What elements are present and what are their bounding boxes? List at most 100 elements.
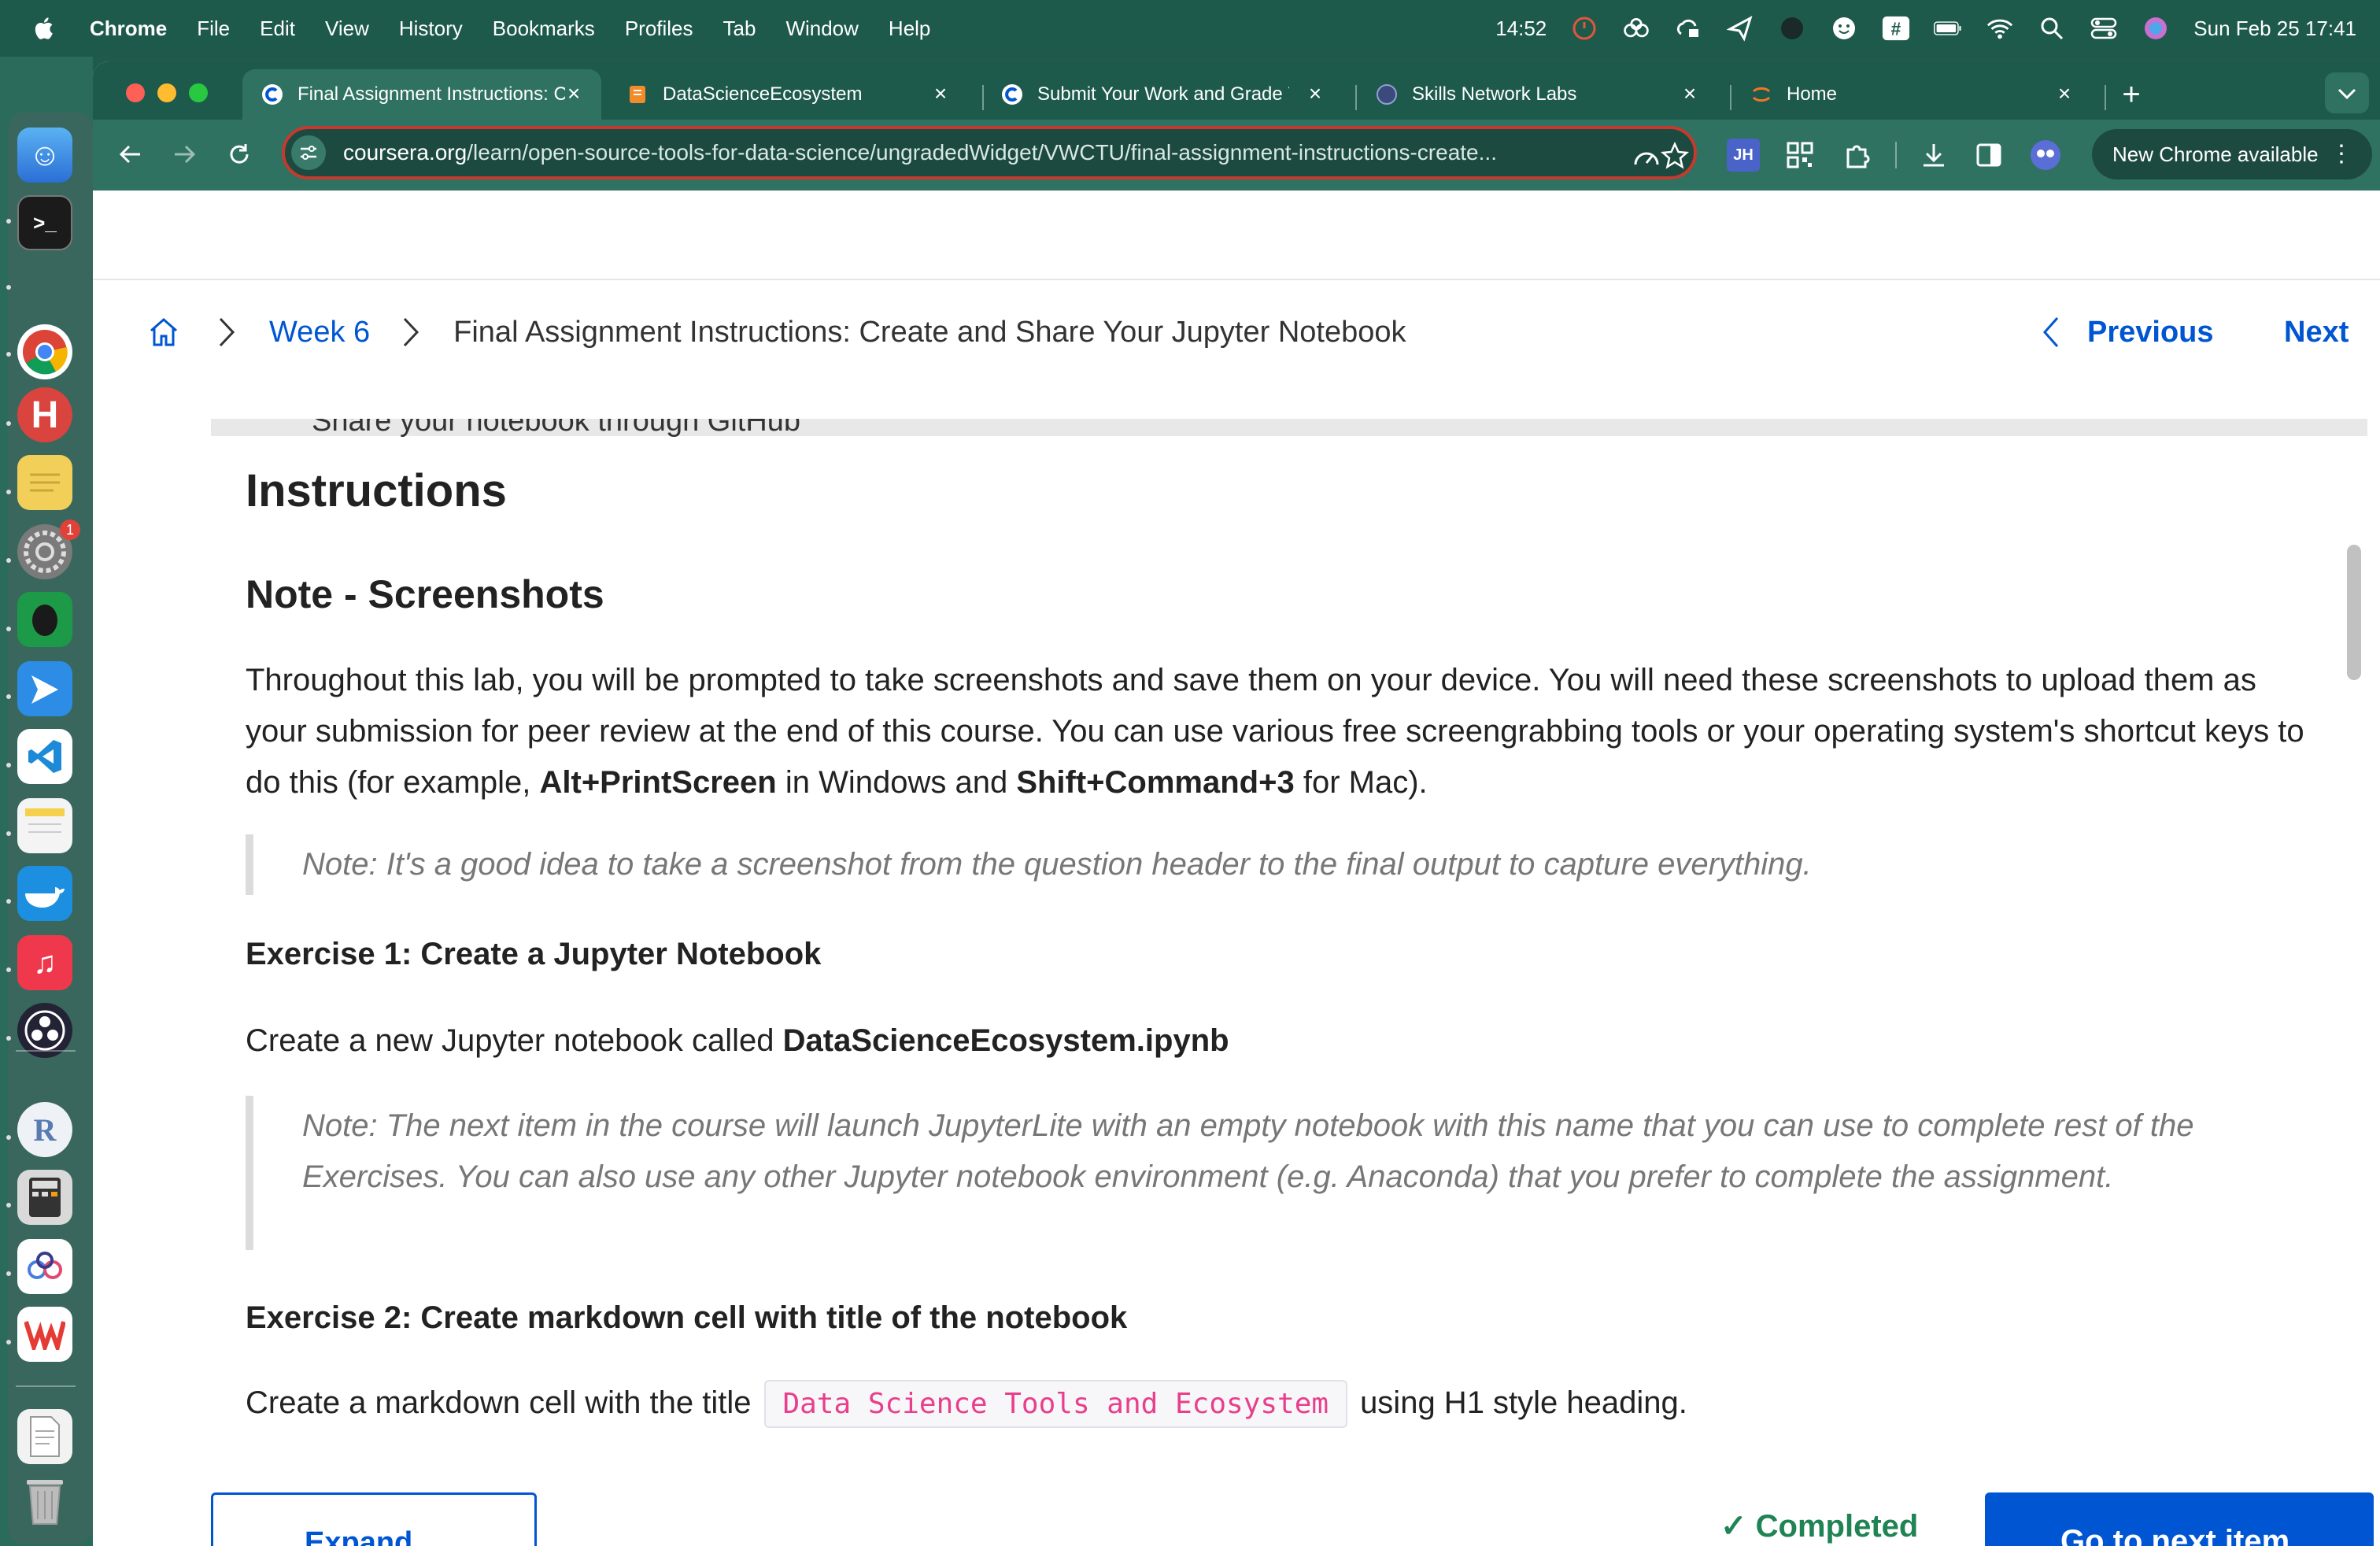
site-info-icon[interactable] <box>291 135 326 170</box>
apple-menu-icon[interactable] <box>31 15 58 42</box>
exercise-1-text: Create a new Jupyter notebook called Dat… <box>246 1015 2308 1067</box>
breadcrumb: Week 6 Final Assignment Instructions: Cr… <box>146 310 1406 354</box>
h-app-icon[interactable]: H <box>17 387 72 442</box>
inline-code-title: Data Science Tools and Ecosystem <box>763 1380 1348 1428</box>
calculator-icon[interactable] <box>17 1170 72 1225</box>
menu-tab[interactable]: Tab <box>723 17 756 41</box>
back-button[interactable] <box>113 137 148 172</box>
menu-file[interactable]: File <box>197 17 230 41</box>
send-icon[interactable] <box>1726 14 1754 43</box>
timer-icon[interactable] <box>1570 14 1598 43</box>
list-item-github: Share your notebook through GitHub <box>312 419 801 438</box>
skills-network-icon <box>1377 84 1397 105</box>
tab-separator <box>2105 85 2106 110</box>
close-window-button[interactable] <box>126 83 145 102</box>
menu-history[interactable]: History <box>399 17 463 41</box>
dock-running-indicator <box>6 967 11 972</box>
siri-icon[interactable] <box>2142 14 2170 43</box>
reload-button[interactable] <box>222 137 257 172</box>
creative-cloud-dock-icon[interactable] <box>17 1239 72 1294</box>
evernote-icon[interactable] <box>17 592 72 647</box>
jh-extension-icon[interactable]: JH <box>1727 139 1760 172</box>
exercise-1-heading: Exercise 1: Create a Jupyter Notebook <box>246 937 822 971</box>
close-tab-icon[interactable]: × <box>2054 83 2075 105</box>
status-datetime[interactable]: Sun Feb 25 17:41 <box>2193 17 2356 41</box>
notes-icon[interactable] <box>17 798 72 853</box>
new-chrome-available-button[interactable]: New Chrome available ⋮ <box>2092 129 2372 179</box>
go-to-next-item-button[interactable]: Go to next item <box>1985 1492 2374 1546</box>
address-bar[interactable]: coursera.org/learn/open-source-tools-for… <box>282 126 1697 179</box>
zoom-window-button[interactable] <box>189 83 208 102</box>
chrome-icon[interactable] <box>17 324 72 379</box>
update-label: New Chrome available <box>2112 142 2319 166</box>
document-icon[interactable] <box>17 1409 72 1464</box>
tab-title: Final Assignment Instructions: C <box>298 83 565 105</box>
control-center-icon[interactable] <box>2090 14 2118 43</box>
tab-submit-your-work[interactable]: Submit Your Work and Grade You × <box>982 69 1343 120</box>
r-app-icon[interactable]: R <box>17 1102 72 1157</box>
completed-label: Completed <box>1755 1509 1919 1544</box>
wps-office-icon[interactable] <box>17 1307 72 1362</box>
new-tab-button[interactable]: + <box>2114 79 2149 113</box>
dock-running-indicator <box>6 1271 11 1276</box>
url-text[interactable]: coursera.org/learn/open-source-tools-for… <box>343 140 1598 165</box>
chrome-window: Final Assignment Instructions: C × DataS… <box>93 61 2380 1546</box>
menu-window[interactable]: Window <box>785 17 858 41</box>
tab-final-assignment[interactable]: Final Assignment Instructions: C × <box>242 69 601 120</box>
minimize-window-button[interactable] <box>157 83 176 102</box>
music-icon[interactable]: ♫ <box>17 935 72 990</box>
menu-bookmarks[interactable]: Bookmarks <box>493 17 595 41</box>
dock-running-indicator <box>6 421 11 426</box>
creative-cloud-icon[interactable] <box>1622 14 1650 43</box>
tab-skills-network-labs[interactable]: Skills Network Labs × <box>1357 69 1717 120</box>
previous-item-button[interactable]: Previous <box>2040 310 2214 354</box>
tab-home[interactable]: Home × <box>1731 69 2092 120</box>
chrome-menu-icon[interactable]: ⋮ <box>2330 140 2353 168</box>
side-panel-icon[interactable] <box>1972 139 2005 172</box>
vscode-icon[interactable] <box>17 729 72 784</box>
bookmark-star-icon[interactable] <box>1659 140 1691 172</box>
profile-avatar-icon[interactable] <box>2029 139 2062 172</box>
frame-scrollbar[interactable] <box>2347 545 2361 680</box>
download-icon[interactable] <box>1917 139 1950 172</box>
goto-label: Go to next item <box>2060 1524 2290 1546</box>
menu-help[interactable]: Help <box>889 17 930 41</box>
close-tab-icon[interactable]: × <box>564 83 584 105</box>
menu-view[interactable]: View <box>325 17 369 41</box>
hashtag-icon[interactable]: # <box>1882 14 1910 43</box>
close-tab-icon[interactable]: × <box>1305 83 1325 105</box>
tab-strip: Final Assignment Instructions: C × DataS… <box>93 61 2380 120</box>
docker-icon[interactable] <box>17 866 72 921</box>
cloud-lock-icon[interactable] <box>1674 14 1702 43</box>
emoji-icon[interactable] <box>1830 14 1858 43</box>
jupyterlite-note-quote: Note: The next item in the course will l… <box>246 1096 2308 1250</box>
dark-circle-icon[interactable] <box>1778 14 1806 43</box>
finder-icon[interactable]: ☺ <box>17 128 72 183</box>
home-icon[interactable] <box>146 315 181 350</box>
menu-profiles[interactable]: Profiles <box>625 17 693 41</box>
terminal-icon[interactable]: >_ <box>17 195 72 250</box>
spotlight-search-icon[interactable] <box>2038 14 2066 43</box>
close-tab-icon[interactable]: × <box>930 83 951 105</box>
previous-label: Previous <box>2087 315 2214 349</box>
tab-datascienceecosystem[interactable]: DataScienceEcosystem × <box>608 69 968 120</box>
close-tab-icon[interactable]: × <box>1680 83 1700 105</box>
paper-plane-app-icon[interactable] <box>17 661 72 716</box>
wifi-icon[interactable] <box>1986 14 2014 43</box>
exercise-2-heading: Exercise 2: Create markdown cell with ti… <box>246 1300 1128 1335</box>
menu-app-name[interactable]: Chrome <box>90 17 167 41</box>
performance-icon[interactable] <box>1631 140 1662 172</box>
instructions-frame[interactable]: Share your notebook through GitHub Instr… <box>211 419 2367 1486</box>
battery-icon[interactable] <box>1934 14 1962 43</box>
next-item-button[interactable]: Next <box>2284 310 2380 354</box>
qr-code-icon[interactable] <box>1783 139 1816 172</box>
trash-icon[interactable] <box>17 1474 72 1529</box>
stickies-icon[interactable] <box>17 455 72 510</box>
menu-edit[interactable]: Edit <box>260 17 295 41</box>
expand-button[interactable]: Expand <box>211 1492 537 1546</box>
breadcrumb-week-link[interactable]: Week 6 <box>269 316 370 350</box>
forward-button[interactable] <box>167 137 201 172</box>
extensions-puzzle-icon[interactable] <box>1840 139 1873 172</box>
tab-search-button[interactable] <box>2325 72 2369 113</box>
status-clock[interactable]: 14:52 <box>1495 17 1547 41</box>
